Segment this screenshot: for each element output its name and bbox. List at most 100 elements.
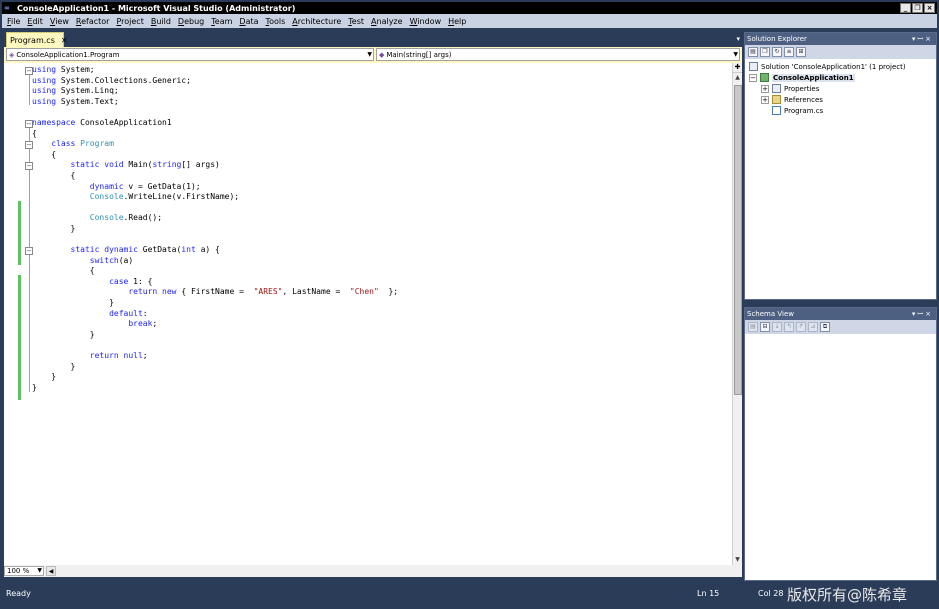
vertical-scrollbar[interactable]: ✚ ▲ ▼ — [732, 63, 742, 565]
code-token: class — [51, 139, 76, 149]
tree-item-project[interactable]: − ConsoleApplication1 — [749, 72, 936, 83]
scroll-thumb[interactable] — [734, 85, 742, 395]
refresh-icon[interactable]: ↻ — [772, 47, 782, 57]
menu-item-team[interactable]: Team — [208, 17, 236, 26]
menu-item-architecture[interactable]: Architecture — [289, 17, 345, 26]
tree-item-solution[interactable]: Solution 'ConsoleApplication1' (1 projec… — [749, 61, 936, 72]
filter-icon[interactable]: ⊿ — [808, 322, 818, 332]
code-line[interactable]: { — [32, 171, 722, 182]
code-line[interactable]: Console.Read(); — [32, 213, 722, 224]
horizontal-scrollbar[interactable] — [56, 566, 742, 576]
code-line[interactable]: dynamic v = GetData(1); — [32, 182, 722, 193]
code-line[interactable] — [32, 235, 722, 246]
pin-icon[interactable]: ꟷ — [917, 35, 925, 43]
class-diagram-icon[interactable]: ⊞ — [796, 47, 806, 57]
code-line[interactable]: { — [32, 150, 722, 161]
menu-item-data[interactable]: Data — [236, 17, 262, 26]
project-icon — [760, 73, 769, 82]
menu-item-test[interactable]: Test — [345, 17, 368, 26]
code-line[interactable]: default: — [32, 309, 722, 320]
scroll-down-icon[interactable]: ▼ — [733, 555, 742, 565]
menu-item-build[interactable]: Build — [148, 17, 175, 26]
code-line[interactable]: } — [32, 372, 722, 383]
menu-item-help[interactable]: Help — [445, 17, 470, 26]
code-editor[interactable]: − − − − − using System; using System.Coll… — [4, 63, 742, 565]
menu-item-view[interactable]: View — [47, 17, 73, 26]
chevron-down-icon: ▼ — [37, 567, 42, 574]
code-line[interactable]: return new { FirstName = "ARES", LastNam… — [32, 287, 722, 298]
menu-item-project[interactable]: Project — [113, 17, 147, 26]
sort-icon[interactable]: ↓ — [772, 322, 782, 332]
collapse-icon[interactable]: − — [749, 73, 757, 82]
code-line[interactable]: { — [32, 266, 722, 277]
code-line[interactable]: using System.Linq; — [32, 86, 722, 97]
expand-icon[interactable]: + — [761, 84, 769, 93]
code-line[interactable]: } — [32, 362, 722, 373]
member-dropdown[interactable]: ◆ Main(string[] args) ▼ — [376, 48, 740, 61]
code-line[interactable]: class Program — [32, 139, 722, 150]
code-line[interactable]: static dynamic GetData(int a) { — [32, 245, 722, 256]
menu-item-tools[interactable]: Tools — [263, 17, 290, 26]
scroll-left-icon[interactable]: ◀ — [46, 566, 56, 576]
minimize-button[interactable]: _ — [900, 3, 911, 13]
code-token: } — [32, 329, 95, 339]
close-icon[interactable]: × — [925, 310, 933, 318]
menu-item-window[interactable]: Window — [407, 17, 446, 26]
code-line[interactable]: using System.Text; — [32, 97, 722, 108]
code-line[interactable]: } — [32, 298, 722, 309]
code-token: Program — [75, 139, 114, 149]
menu-item-debug[interactable]: Debug — [175, 17, 208, 26]
split-handle-icon[interactable]: ✚ — [733, 63, 742, 73]
code-line[interactable]: using System; — [32, 65, 722, 76]
menu-item-analyze[interactable]: Analyze — [368, 17, 407, 26]
code-line[interactable]: switch(a) — [32, 256, 722, 267]
back-icon[interactable]: ↰ — [784, 322, 794, 332]
code-line[interactable]: } — [32, 383, 722, 394]
code-line[interactable]: } — [32, 224, 722, 235]
type-dropdown[interactable]: ◈ ConsoleApplication1.Program ▼ — [6, 48, 374, 61]
graph-view-icon[interactable]: ⧉ — [820, 322, 830, 332]
tab-dropdown-icon[interactable]: ▾ — [736, 35, 740, 43]
code-token: System.Collections.Generic; — [56, 75, 191, 85]
code-line[interactable] — [32, 107, 722, 118]
show-all-files-icon[interactable]: ❐ — [760, 47, 770, 57]
properties-icon[interactable]: ▤ — [748, 47, 758, 57]
zoom-dropdown[interactable]: 100 % ▼ — [4, 566, 44, 576]
code-line[interactable]: static void Main(string[] args) — [32, 160, 722, 171]
scroll-up-icon[interactable]: ▲ — [733, 73, 742, 83]
close-tab-icon[interactable]: ✕ — [61, 36, 68, 45]
menu-item-edit[interactable]: Edit — [24, 17, 47, 26]
tree-item-properties[interactable]: + Properties — [749, 83, 936, 94]
forward-icon[interactable]: ↱ — [796, 322, 806, 332]
code-token: dynamic — [99, 245, 138, 255]
solution-explorer-header: Solution Explorer ▾ꟷ× — [745, 33, 936, 45]
code-line[interactable]: } — [32, 330, 722, 341]
expand-icon[interactable]: + — [761, 95, 769, 104]
view-code-icon[interactable]: ≡ — [784, 47, 794, 57]
code-text[interactable]: using System; using System.Collections.Ge… — [32, 65, 722, 393]
pin-icon[interactable]: ꟷ — [917, 310, 925, 318]
code-line[interactable]: Console.WriteLine(v.FirstName); — [32, 192, 722, 203]
open-schema-icon[interactable]: ▤ — [748, 322, 758, 332]
schema-view-panel: Schema View ▾ꟷ× ▤ ⊟ ↓ ↰ ↱ ⊿ ⧉ — [744, 307, 937, 581]
code-line[interactable]: namespace ConsoleApplication1 — [32, 118, 722, 129]
code-line[interactable]: return null; — [32, 351, 722, 362]
code-token: : — [142, 308, 148, 318]
schema-set-icon[interactable]: ⊟ — [760, 322, 770, 332]
code-line[interactable]: break; — [32, 319, 722, 330]
code-line[interactable]: { — [32, 129, 722, 140]
menu-item-file[interactable]: File — [4, 17, 24, 26]
code-line[interactable]: using System.Collections.Generic; — [32, 76, 722, 87]
code-token: switch — [89, 255, 119, 265]
close-icon[interactable]: × — [925, 35, 933, 43]
code-line[interactable] — [32, 203, 722, 214]
tab-program-cs[interactable]: Program.cs ✕ — [6, 32, 68, 47]
menu-item-refactor[interactable]: Refactor — [73, 17, 114, 26]
tree-item-program-cs[interactable]: Program.cs — [749, 105, 936, 116]
code-token: using — [32, 75, 57, 85]
code-line[interactable]: case 1: { — [32, 277, 722, 288]
code-line[interactable] — [32, 340, 722, 351]
tree-item-references[interactable]: + References — [749, 94, 936, 105]
restore-button[interactable]: ❐ — [912, 3, 923, 13]
close-button[interactable]: × — [924, 3, 935, 13]
